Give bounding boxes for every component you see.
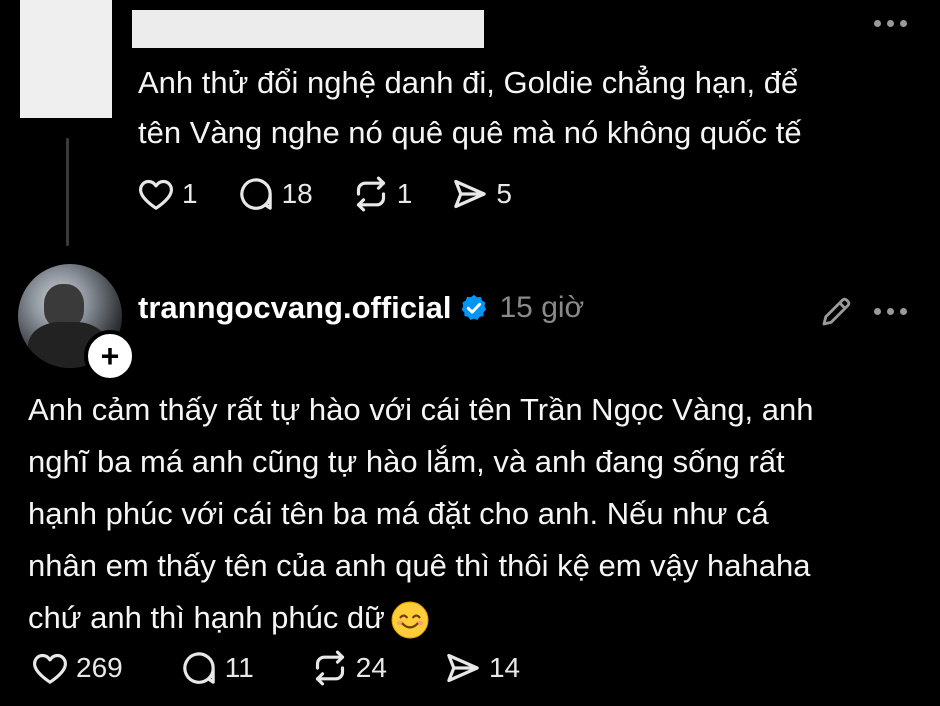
parent-share-count: 5 bbox=[496, 178, 512, 209]
reply-share-count: 14 bbox=[488, 652, 521, 683]
post-time: 15 giờ bbox=[499, 291, 585, 324]
reply-header: tranngocvang.official 15 giờ bbox=[138, 290, 584, 326]
parent-comment-line: Anh thử đổi nghệ danh đi, Goldie chẳng h… bbox=[138, 65, 799, 100]
parent-repost-count: 1 bbox=[396, 178, 413, 209]
parent-action-bar: 1 18 1 5 bbox=[136, 174, 550, 214]
reply-line: Anh cảm thấy rất tự hào với cái tên Trần… bbox=[28, 392, 814, 427]
parent-comment-line: tên Vàng nghe nó quê quê mà nó không quố… bbox=[138, 115, 802, 150]
repost-icon bbox=[356, 176, 385, 212]
edit-pencil-icon[interactable] bbox=[818, 294, 854, 330]
reply-repost-count: 24 bbox=[355, 652, 387, 683]
reply-line: hạnh phúc với cái tên ba má đặt cho anh.… bbox=[28, 496, 769, 531]
reply-text: Anh cảm thấy rất tự hào với cái tên Trần… bbox=[28, 384, 918, 644]
parent-repost-button[interactable]: 1 bbox=[351, 174, 413, 214]
more-icon bbox=[874, 20, 881, 27]
share-icon bbox=[454, 179, 487, 209]
reply-reply-count: 11 bbox=[224, 652, 254, 683]
reply-like-button[interactable]: 269 bbox=[30, 648, 123, 688]
comment-icon bbox=[239, 178, 272, 210]
parent-share-button[interactable]: 5 bbox=[450, 174, 512, 214]
reply-line-last: chứ anh thì hạnh phúc dữ bbox=[28, 592, 918, 644]
more-icon bbox=[874, 308, 881, 315]
parent-like-count: 1 bbox=[182, 178, 198, 209]
reply-line: nhân em thấy tên của anh quê thì thôi kệ… bbox=[28, 548, 811, 583]
heart-icon bbox=[139, 179, 173, 210]
reply-action-bar: 269 11 24 14 bbox=[30, 648, 576, 688]
smiling-face-emoji bbox=[391, 601, 429, 639]
verified-badge-icon bbox=[462, 294, 487, 320]
redacted-avatar bbox=[20, 0, 112, 118]
share-icon bbox=[447, 653, 479, 683]
comment-icon bbox=[183, 652, 215, 684]
reply-line: chứ anh thì hạnh phúc dữ bbox=[28, 600, 385, 635]
reply-repost-button[interactable]: 24 bbox=[310, 648, 387, 688]
parent-more-button[interactable] bbox=[874, 20, 907, 27]
reply-reply-button[interactable]: 11 bbox=[179, 648, 254, 688]
parent-like-button[interactable]: 1 bbox=[136, 174, 198, 214]
follow-button[interactable]: + bbox=[84, 330, 136, 382]
parent-reply-button[interactable]: 18 bbox=[236, 174, 313, 214]
parent-comment-text: Anh thử đổi nghệ danh đi, Goldie chẳng h… bbox=[138, 58, 918, 158]
reply-like-count: 269 bbox=[76, 652, 123, 683]
repost-icon bbox=[315, 650, 344, 686]
reply-more-button[interactable] bbox=[874, 308, 907, 315]
username[interactable]: tranngocvang.official bbox=[138, 290, 451, 326]
heart-icon bbox=[33, 653, 67, 684]
parent-reply-count: 18 bbox=[281, 178, 313, 209]
reply-share-button[interactable]: 14 bbox=[443, 648, 520, 688]
thread-connector-line bbox=[66, 138, 69, 246]
reply-line: nghĩ ba má anh cũng tự hào lắm, và anh đ… bbox=[28, 444, 785, 479]
redacted-username bbox=[132, 10, 484, 48]
